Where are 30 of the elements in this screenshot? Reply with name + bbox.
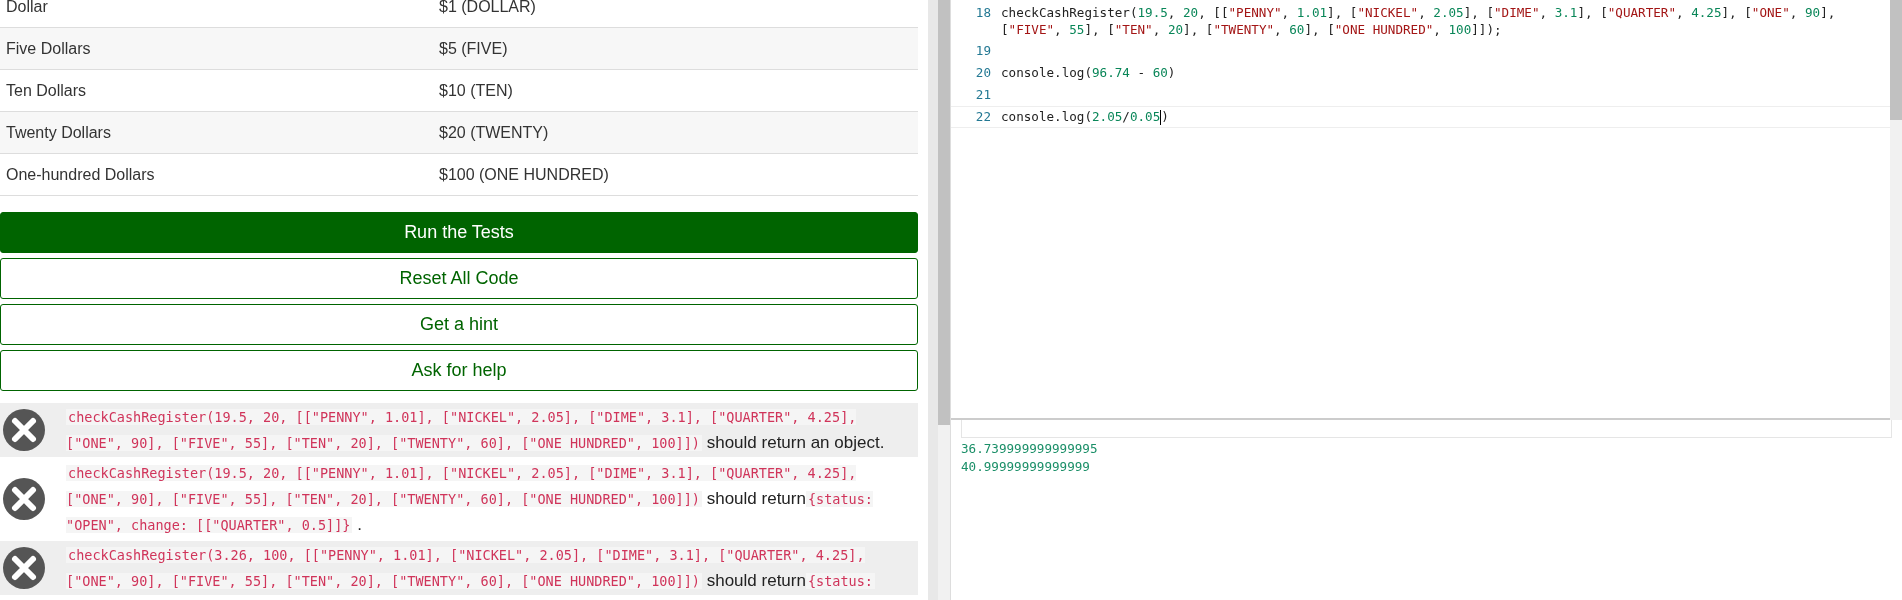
code-line: checkCashRegister(19.5, 20, [["PENNY", 1.01], ["NICKEL", 2.05], ["DIME", 3.1], ["QUARTER", 4.25], ["ONE", 90], ["FIVE", 55], ["TEN", 20], ["TWENTY", 60], ["ONE HUNDRED", 100]]); [1001,4,1837,39]
scrollbar[interactable] [938,0,950,600]
console-output-line: 36.739999999999995 [961,440,1099,458]
action-button[interactable]: Run the Tests [0,212,918,253]
test-description: checkCashRegister(3.26, 100, [["PENNY", 1.01], ["NICKEL", 2.05], ["DIME", 3.1], ["QUARTER", 4.25], ["ONE", 90], ["FIVE", 55], ["TEN", 20], ["TWENTY", 60], ["ONE HUNDRED", 100]]) should return{status: [66,546,876,592]
line-number: 18 [974,4,992,22]
console-output-line: 40.99999999999999 [961,458,1091,476]
test-description: checkCashRegister(19.5, 20, [["PENNY", 1.01], ["NICKEL", 2.05], ["DIME", 3.1], ["QUARTER", 4.25], ["ONE", 90], ["FIVE", 55], ["TEN", 20], ["TWENTY", 60], ["ONE HUNDRED", 100]]) should return{status: "OPEN", change: [["QUARTER", 0.5]]} . [66,464,874,536]
console-input[interactable] [961,420,1892,438]
action-button[interactable]: Ask for help [0,350,918,391]
action-button[interactable]: Reset All Code [0,258,918,299]
table-cell-text: $100 (ONE HUNDRED) [439,164,609,185]
line-number: 19 [974,42,992,60]
table-cell-text: Twenty Dollars [5,122,112,143]
scrollbar[interactable] [1890,0,1902,420]
line-number: 20 [974,64,992,82]
table-cell-text: $20 (TWENTY) [439,122,549,143]
table-cell-text: Five Dollars [5,38,92,59]
table-cell-text: One-hundred Dollars [5,164,156,185]
code-line: console.log(96.74 - 60) [1001,64,1177,82]
action-button[interactable]: Get a hint [0,304,918,345]
table-cell-text: Ten Dollars [5,80,88,101]
table-cell-text: $1 (DOLLAR) [439,0,536,17]
line-number: 22 [974,108,992,126]
table-cell-text: $5 (FIVE) [439,38,508,59]
table-cell-text: $10 (TEN) [439,80,513,101]
line-number: 21 [974,86,992,104]
table-cell-text: Dollar [5,0,49,17]
code-line: console.log(2.05/0.05) [1001,108,1170,127]
test-description: checkCashRegister(19.5, 20, [["PENNY", 1.01], ["NICKEL", 2.05], ["DIME", 3.1], ["QUARTER", 4.25], ["ONE", 90], ["FIVE", 55], ["TEN", 20], ["TWENTY", 60], ["ONE HUNDRED", 100]]) should return an object. [66,408,886,454]
